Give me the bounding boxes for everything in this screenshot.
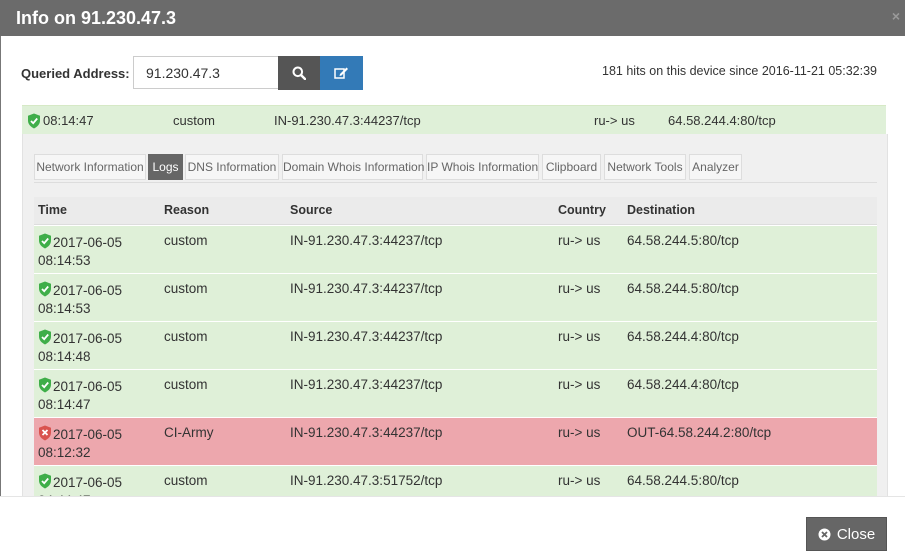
row-source: IN-91.230.47.3:44237/tcp	[290, 377, 443, 392]
row-clock: 08:14:47	[38, 397, 91, 412]
row-country: ru-> us	[558, 329, 601, 344]
row-source: IN-91.230.47.3:44237/tcp	[290, 329, 443, 344]
shield-check-icon	[39, 329, 51, 345]
selected-log-summary: 08:14:47 custom IN-91.230.47.3:44237/tcp…	[22, 105, 886, 135]
tab-bar: Network Information Logs DNS Information…	[34, 154, 877, 183]
shield-check-icon	[39, 233, 51, 249]
row-reason: custom	[164, 473, 208, 488]
tab-network-tools[interactable]: Network Tools	[604, 154, 686, 180]
details-panel: Network Information Logs DNS Information…	[22, 134, 888, 497]
edit-button[interactable]	[320, 56, 363, 90]
table-row[interactable]: 2017-06-05 08:14:53 custom IN-91.230.47.3:4…	[34, 273, 877, 321]
tab-network-information[interactable]: Network Information	[34, 154, 146, 180]
row-date: 2017-06-05	[53, 475, 123, 490]
row-country: ru-> us	[558, 473, 601, 488]
row-reason: custom	[164, 281, 208, 296]
close-button[interactable]: Close	[806, 517, 887, 551]
summary-source: IN-91.230.47.3:44237/tcp	[274, 113, 421, 128]
shield-check-icon	[39, 281, 51, 297]
row-clock: 08:14:48	[38, 349, 91, 364]
search-button[interactable]	[278, 56, 320, 90]
table-row[interactable]: 2017-06-05 08:14:53 custom IN-91.230.47.3:4…	[34, 225, 877, 273]
tab-analyzer[interactable]: Analyzer	[689, 154, 742, 180]
tab-clipboard[interactable]: Clipboard	[542, 154, 601, 180]
row-clock: 08:14:53	[38, 253, 91, 268]
row-date: 2017-06-05	[53, 235, 123, 250]
row-date: 2017-06-05	[53, 331, 123, 346]
tab-ip-whois-information[interactable]: IP Whois Information	[426, 154, 539, 180]
row-destination: 64.58.244.5:80/tcp	[627, 233, 739, 248]
row-source: IN-91.230.47.3:44237/tcp	[290, 233, 443, 248]
row-time: 2017-06-05 08:14:48	[38, 329, 122, 366]
table-header: Time Reason Source Country Destination	[34, 197, 877, 225]
row-time: 2017-06-05 08:14:53	[38, 281, 122, 318]
close-icon[interactable]: ×	[892, 8, 900, 24]
queried-address-input[interactable]	[133, 56, 278, 89]
row-date: 2017-06-05	[53, 379, 123, 394]
edit-icon	[334, 67, 348, 79]
header-country: Country	[558, 203, 606, 217]
modal-footer: Close	[0, 496, 905, 557]
row-time: 2017-06-05 08:14:53	[38, 233, 122, 270]
row-date: 2017-06-05	[53, 427, 123, 442]
close-button-label: Close	[836, 525, 876, 543]
row-reason: CI-Army	[164, 425, 214, 440]
shield-check-icon	[28, 113, 40, 129]
table-row[interactable]: 2017-06-05 08:14:48 custom IN-91.230.47.3:4…	[34, 321, 877, 369]
shield-check-icon	[39, 377, 51, 393]
logs-table: Time Reason Source Country Destination 2…	[34, 197, 877, 496]
table-row[interactable]: 2017-06-05 08:12:32 CI-Army IN-91.230.47.3:…	[34, 417, 877, 465]
shield-x-icon	[39, 425, 51, 441]
row-destination: 64.58.244.4:80/tcp	[627, 377, 739, 392]
search-icon	[292, 66, 306, 80]
row-destination: 64.58.244.4:80/tcp	[627, 329, 739, 344]
summary-country: ru-> us	[594, 113, 635, 128]
row-reason: custom	[164, 329, 208, 344]
tab-dns-information[interactable]: DNS Information	[185, 154, 279, 180]
header-destination: Destination	[627, 203, 696, 217]
header-reason: Reason	[164, 203, 210, 217]
summary-reason: custom	[173, 113, 215, 128]
header-time: Time	[38, 203, 67, 217]
header-source: Source	[290, 203, 333, 217]
row-country: ru-> us	[558, 425, 601, 440]
row-time: 2017-06-05 08:14:47	[38, 377, 122, 414]
row-reason: custom	[164, 377, 208, 392]
row-source: IN-91.230.47.3:51752/tcp	[290, 473, 443, 488]
row-reason: custom	[164, 233, 208, 248]
row-date: 2017-06-05	[53, 283, 123, 298]
tab-logs[interactable]: Logs	[148, 154, 183, 180]
row-time: 2017-06-0504:44:47	[38, 473, 123, 496]
summary-destination: 64.58.244.4:80/tcp	[668, 113, 776, 128]
row-clock: 08:14:53	[38, 301, 91, 316]
row-destination: 64.58.244.5:80/tcp	[627, 281, 739, 296]
row-country: ru-> us	[558, 281, 601, 296]
modal-title: Info on 91.230.47.3	[16, 8, 177, 28]
hits-summary: 181 hits on this device since 2016-11-21…	[602, 64, 877, 78]
summary-time: 08:14:47	[43, 113, 94, 128]
table-row[interactable]: 2017-06-05 08:14:47 custom IN-91.230.47.3:4…	[34, 369, 877, 417]
close-circle-icon	[818, 528, 831, 540]
row-destination: 64.58.244.5:80/tcp	[627, 473, 739, 488]
shield-check-icon	[39, 473, 51, 489]
row-destination: OUT-64.58.244.2:80/tcp	[627, 425, 772, 440]
row-country: ru-> us	[558, 377, 601, 392]
table-row[interactable]: 2017-06-0504:44:47 custom IN-91.230.47.3:5…	[34, 465, 877, 496]
queried-address-label: Queried Address:	[21, 66, 130, 81]
row-time: 2017-06-05 08:12:32	[38, 425, 122, 462]
row-clock: 08:12:32	[38, 445, 91, 460]
row-country: ru-> us	[558, 233, 601, 248]
modal-border	[0, 36, 1, 556]
row-source: IN-91.230.47.3:44237/tcp	[290, 425, 443, 440]
tab-domain-whois-information[interactable]: Domain Whois Information	[282, 154, 424, 180]
modal-header: Info on 91.230.47.3 ×	[0, 0, 905, 36]
row-source: IN-91.230.47.3:44237/tcp	[290, 281, 443, 296]
